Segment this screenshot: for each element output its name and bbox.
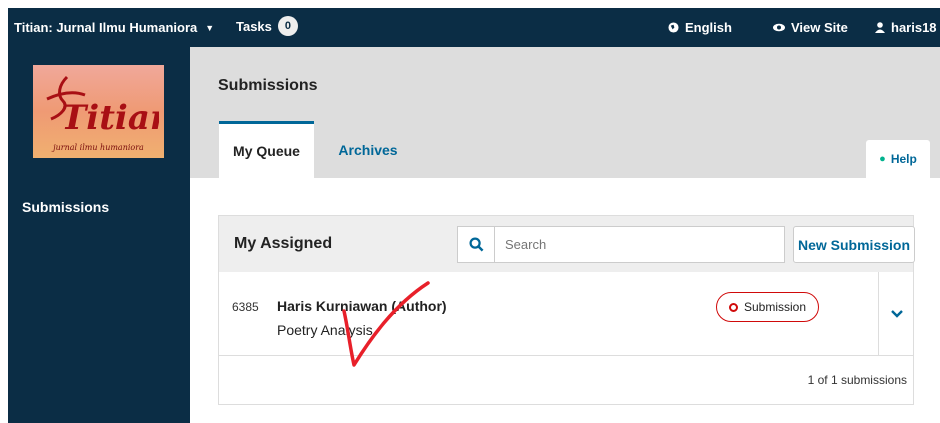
tasks-label: Tasks xyxy=(236,18,272,34)
chevron-down-icon xyxy=(890,310,903,318)
tab-my-queue[interactable]: My Queue xyxy=(219,121,314,178)
context-name: Titian: Jurnal Ilmu Humaniora xyxy=(14,20,198,35)
search-input[interactable] xyxy=(495,226,785,263)
info-icon: ● xyxy=(879,153,886,165)
logo-tagline: jurnal ilmu humaniora xyxy=(53,143,144,152)
help-label: Help xyxy=(890,152,917,166)
main-content: My Assigned New Submission 6385 Haris Ku… xyxy=(190,178,940,423)
submission-count: 1 of 1 submissions xyxy=(807,373,907,387)
tasks-button[interactable]: Tasks 0 xyxy=(236,16,298,36)
app-frame: Titian: Jurnal Ilmu Humaniora ▼ Tasks 0 … xyxy=(8,8,940,423)
language-menu[interactable]: English xyxy=(668,20,732,35)
stage-dot-icon xyxy=(729,302,738,312)
page-title: Submissions xyxy=(218,77,318,94)
logo-wordmark: Titian xyxy=(46,75,159,138)
panel-header: My Assigned New Submission xyxy=(219,216,915,272)
sidebar-item-submissions[interactable]: Submissions xyxy=(22,199,109,215)
journal-logo[interactable]: Titian jurnal ilmu humaniora xyxy=(33,65,164,158)
user-name: haris18 xyxy=(891,20,937,35)
svg-text:Titian: Titian xyxy=(61,98,159,138)
new-submission-button[interactable]: New Submission xyxy=(793,226,915,263)
caret-down-icon: ▼ xyxy=(205,22,215,33)
context-switcher[interactable]: Titian: Jurnal Ilmu Humaniora ▼ xyxy=(14,20,214,35)
globe-icon xyxy=(668,22,679,33)
eye-icon xyxy=(773,23,785,32)
view-site-label: View Site xyxy=(791,20,848,35)
page-header: Submissions My Queue Archives ● Help xyxy=(190,47,940,178)
sidebar: Titian jurnal ilmu humaniora Submissions xyxy=(8,47,190,423)
help-button[interactable]: ● Help xyxy=(866,140,930,178)
search-button[interactable] xyxy=(457,226,495,263)
stage-label: Submission xyxy=(744,300,807,314)
view-site-link[interactable]: View Site xyxy=(773,20,848,35)
language-label: English xyxy=(685,20,732,35)
submission-author: Haris Kurniawan (Author) xyxy=(277,298,447,314)
user-menu[interactable]: haris18 xyxy=(875,20,937,35)
submission-id: 6385 xyxy=(232,300,259,314)
top-bar: Titian: Jurnal Ilmu Humaniora ▼ Tasks 0 … xyxy=(8,8,940,47)
user-icon xyxy=(875,22,885,33)
my-assigned-panel: My Assigned New Submission 6385 Haris Ku… xyxy=(218,215,915,405)
search-icon xyxy=(468,237,483,252)
submission-title: Poetry Analysis xyxy=(277,322,373,338)
tab-archives[interactable]: Archives xyxy=(318,121,418,178)
stage-badge: Submission xyxy=(716,292,820,322)
expand-row-button[interactable] xyxy=(878,272,914,356)
panel-title: My Assigned xyxy=(234,235,333,252)
tasks-count-badge: 0 xyxy=(277,16,298,36)
submission-row[interactable]: 6385 Haris Kurniawan (Author) Poetry Ana… xyxy=(219,272,913,356)
